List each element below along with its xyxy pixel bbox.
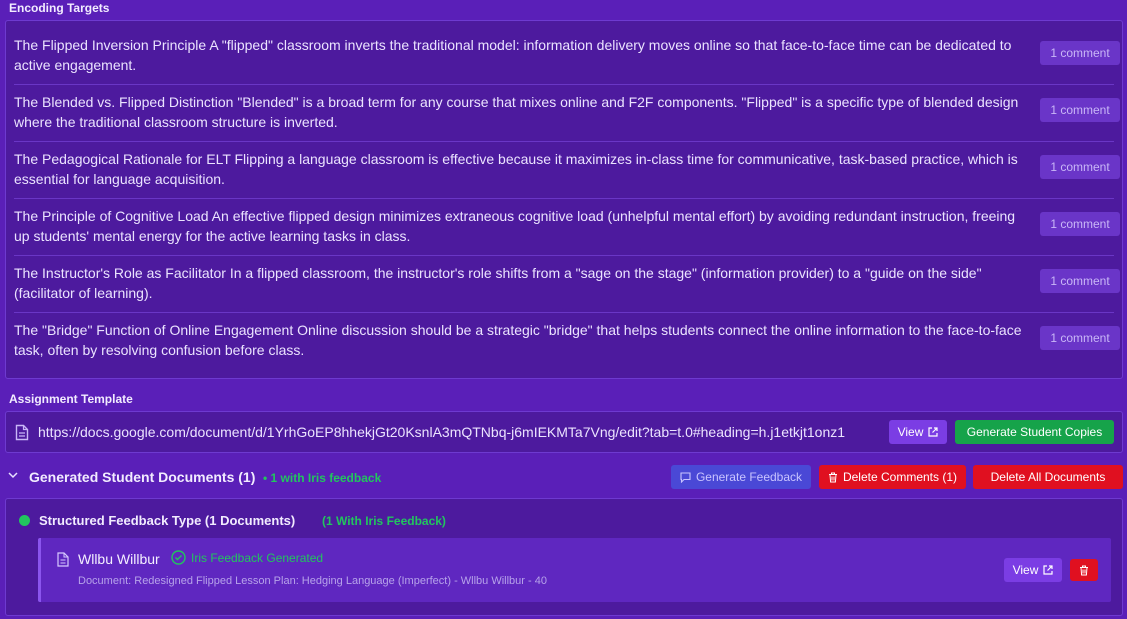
- document-view-button[interactable]: View: [1004, 558, 1062, 582]
- comment-count-button[interactable]: 1 comment: [1040, 155, 1120, 179]
- target-text: The Instructor's Role as Facilitator In …: [14, 265, 982, 301]
- delete-all-documents-button[interactable]: Delete All Documents: [973, 465, 1123, 489]
- iris-feedback-count: • 1 with Iris feedback: [263, 471, 382, 485]
- assignment-template-title: Assignment Template: [9, 392, 133, 406]
- target-row: The Flipped Inversion Principle A "flipp…: [14, 28, 1120, 85]
- target-text: The Principle of Cognitive Load An effec…: [14, 208, 1016, 244]
- target-text: The Pedagogical Rationale for ELT Flippi…: [14, 151, 1018, 187]
- student-document-card: Wllbu Willbur Iris Feedback Generated Do…: [38, 538, 1111, 602]
- target-row: The "Bridge" Function of Online Engageme…: [14, 313, 1120, 370]
- target-row: The Pedagogical Rationale for ELT Flippi…: [14, 142, 1120, 199]
- encoding-targets-title: Encoding Targets: [9, 1, 110, 15]
- trash-icon: [1080, 565, 1088, 575]
- target-row: The Principle of Cognitive Load An effec…: [14, 199, 1120, 256]
- feedback-group: Structured Feedback Type (1 Documents) (…: [5, 498, 1123, 616]
- comment-count-button[interactable]: 1 comment: [1040, 41, 1120, 65]
- generate-feedback-label: Generate Feedback: [695, 470, 803, 484]
- iris-feedback-status: Iris Feedback Generated: [171, 550, 323, 565]
- delete-comments-label: Delete Comments (1): [842, 470, 958, 484]
- iris-status-label: Iris Feedback Generated: [191, 550, 324, 565]
- group-title: Structured Feedback Type (1 Documents): [39, 513, 296, 528]
- external-link-icon: [928, 427, 938, 437]
- view-label: View: [1012, 563, 1039, 577]
- template-view-button[interactable]: View: [889, 420, 947, 444]
- trash-icon: [828, 472, 837, 482]
- document-icon: [15, 424, 29, 441]
- assignment-template-bar: https://docs.google.com/document/d/1YrhG…: [5, 411, 1123, 453]
- chevron-down-icon[interactable]: [8, 472, 18, 479]
- generate-feedback-button[interactable]: Generate Feedback: [671, 465, 811, 489]
- document-description: Document: Redesigned Flipped Lesson Plan…: [78, 575, 547, 587]
- comment-count-button[interactable]: 1 comment: [1040, 212, 1120, 236]
- target-row: The Blended vs. Flipped Distinction "Ble…: [14, 85, 1120, 142]
- encoding-targets-list: The Flipped Inversion Principle A "flipp…: [5, 20, 1123, 379]
- generate-student-copies-button[interactable]: Generate Student Copies: [955, 420, 1114, 444]
- document-icon: [57, 552, 69, 567]
- view-label: View: [897, 425, 924, 439]
- comment-count-button[interactable]: 1 comment: [1040, 326, 1120, 350]
- external-link-icon: [1043, 565, 1053, 575]
- delete-document-button[interactable]: [1070, 559, 1098, 581]
- message-icon: [680, 471, 691, 483]
- target-text: The Flipped Inversion Principle A "flipp…: [14, 37, 1012, 73]
- student-name: Wllbu Willbur: [78, 551, 160, 567]
- delete-comments-button[interactable]: Delete Comments (1): [819, 465, 966, 489]
- target-row: The Instructor's Role as Facilitator In …: [14, 256, 1120, 313]
- template-url-link[interactable]: https://docs.google.com/document/d/1YrhG…: [38, 424, 845, 440]
- group-subtitle: (1 With Iris Feedback): [322, 514, 446, 528]
- target-text: The Blended vs. Flipped Distinction "Ble…: [14, 94, 1019, 130]
- comment-count-button[interactable]: 1 comment: [1040, 98, 1120, 122]
- generated-documents-title: Generated Student Documents (1): [29, 469, 256, 485]
- generated-documents-header: Generated Student Documents (1) • 1 with…: [0, 463, 1127, 491]
- comment-count-button[interactable]: 1 comment: [1040, 269, 1120, 293]
- check-circle-icon: [171, 550, 186, 565]
- target-text: The "Bridge" Function of Online Engageme…: [14, 322, 1022, 358]
- status-dot: [19, 515, 30, 526]
